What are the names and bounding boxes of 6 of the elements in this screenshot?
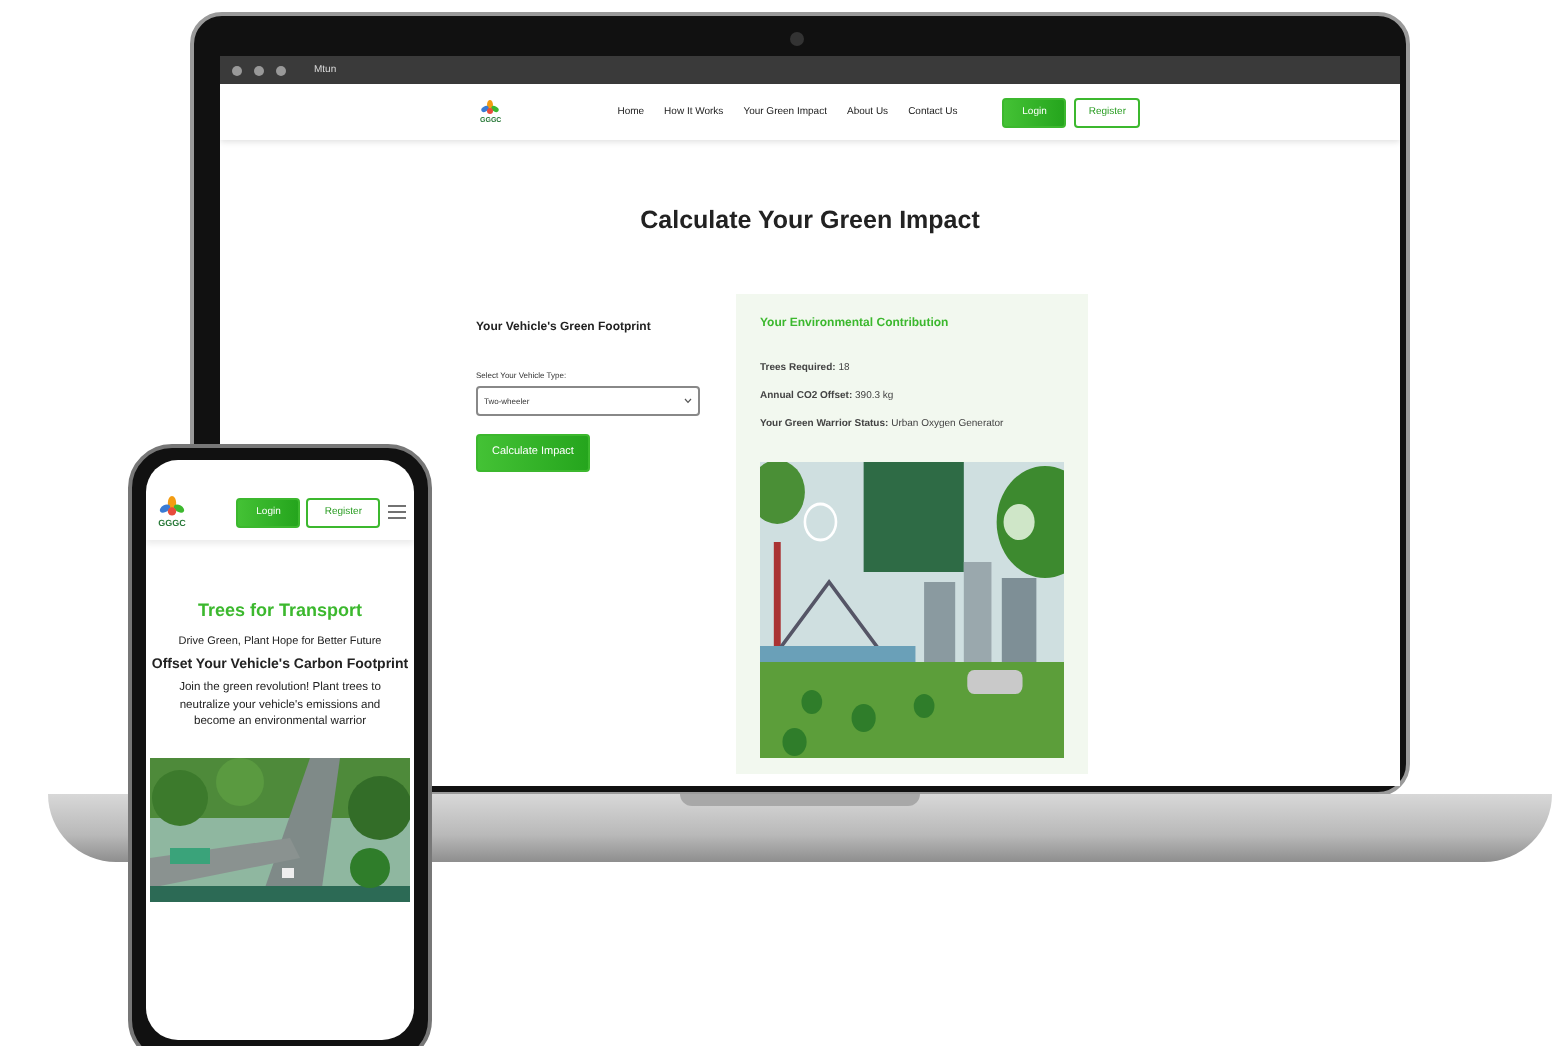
- chevron-down-icon: [684, 398, 692, 404]
- hero-title: Trees for Transport: [197, 600, 363, 621]
- menu-icon[interactable]: [388, 504, 406, 521]
- leaf-logo-icon: [480, 100, 501, 116]
- page-title: Calculate Your Green Impact: [638, 206, 982, 234]
- leaf-logo-icon: [158, 496, 186, 519]
